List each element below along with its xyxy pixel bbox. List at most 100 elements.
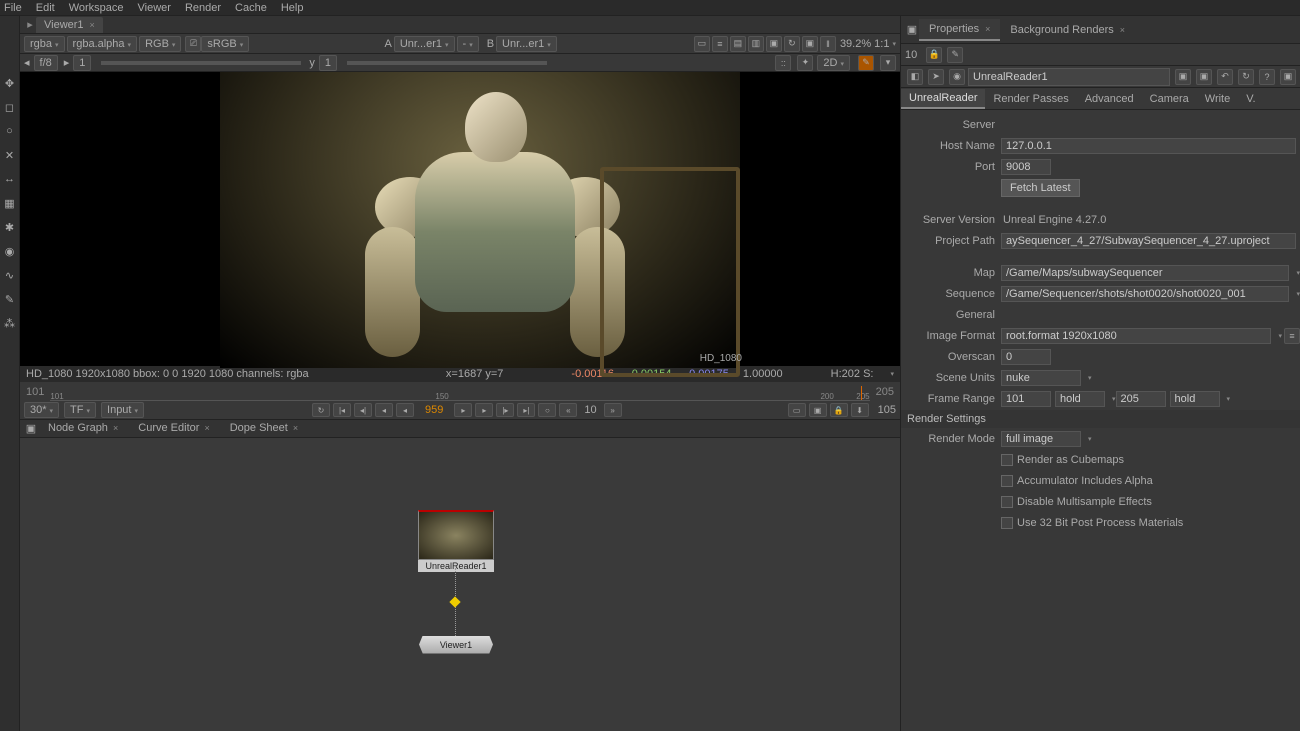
node-graph[interactable]: UnrealReader1 Viewer1 [20, 438, 900, 731]
dup-icon[interactable]: ▣ [1196, 69, 1212, 85]
tab-dope-sheet[interactable]: Dope Sheet × [220, 420, 308, 436]
sectab-render-passes[interactable]: Render Passes [985, 90, 1076, 108]
accum-alpha-checkbox[interactable] [1001, 475, 1013, 487]
fstop-dropdown[interactable]: f/8 [34, 55, 58, 71]
help-icon[interactable]: ▣ [1175, 69, 1191, 85]
menu-file[interactable]: File [4, 2, 22, 14]
sectab-advanced[interactable]: Advanced [1077, 90, 1142, 108]
fstop-arrow-icon[interactable]: ◂ [24, 56, 30, 69]
play-icon[interactable]: ▸ [454, 403, 472, 417]
node-unrealreader[interactable]: UnrealReader1 [418, 510, 494, 572]
wipe-icon[interactable]: ≡ [712, 36, 728, 52]
frame-range-end[interactable]: 205 [1116, 391, 1166, 407]
close-icon[interactable]: × [293, 423, 298, 433]
flipbook-icon[interactable]: ▭ [788, 403, 806, 417]
format-edit-icon[interactable]: ≡ [1284, 328, 1300, 344]
prev-key-icon[interactable]: ◂| [354, 403, 372, 417]
palette-icon[interactable]: ◧ [907, 69, 923, 85]
proxy-icon[interactable]: ▥ [748, 36, 764, 52]
jfwd-icon[interactable]: » [604, 403, 622, 417]
gamma-arrow-icon[interactable]: ▸ [64, 56, 70, 69]
trash-icon[interactable]: ✎ [947, 47, 963, 63]
pencil-icon[interactable]: ✎ [858, 55, 874, 71]
chevron-down-icon[interactable]: ▾ [880, 55, 896, 71]
gain-slider[interactable] [101, 61, 301, 65]
tab-properties[interactable]: Properties× [919, 19, 1000, 41]
expand-icon[interactable]: ▣ [1280, 69, 1296, 85]
input-a-channel[interactable]: -▾ [457, 36, 479, 52]
curve-tool-icon[interactable]: ∿ [3, 268, 17, 282]
brush-tool-icon[interactable]: ✎ [3, 292, 17, 306]
panel-pin-icon[interactable]: ▣ [905, 23, 919, 36]
frame-range-end-mode[interactable]: hold [1170, 391, 1220, 407]
port-input[interactable]: 9008 [1001, 159, 1051, 175]
input-dropdown[interactable]: Input▾ [101, 402, 144, 418]
pause-icon[interactable]: ‖ [820, 36, 836, 52]
map-dropdown[interactable]: /Game/Maps/subwaySequencer [1001, 265, 1289, 281]
menu-help[interactable]: Help [281, 2, 304, 14]
viewer-canvas[interactable]: HD_1080 [20, 72, 900, 366]
colorspace-dropdown[interactable]: sRGB▾ [201, 36, 249, 52]
gamma-y-value[interactable]: 1 [319, 55, 337, 71]
chevron-down-icon[interactable]: ▾ [1088, 435, 1092, 443]
32bit-checkbox[interactable] [1001, 517, 1013, 529]
render-mode-dropdown[interactable]: full image [1001, 431, 1081, 447]
paint-icon[interactable]: ⎚ [185, 36, 201, 52]
graph-pin-icon[interactable]: ▣ [24, 422, 38, 435]
lock-icon[interactable]: 🔒 [830, 403, 848, 417]
input-b-dropdown[interactable]: Unr...er1▾ [496, 36, 557, 52]
tab-curve-editor[interactable]: Curve Editor × [128, 420, 219, 436]
fetch-latest-button[interactable]: Fetch Latest [1001, 179, 1080, 197]
chevron-down-icon[interactable]: ▾ [1278, 332, 1282, 340]
scene-units-dropdown[interactable]: nuke [1001, 370, 1081, 386]
crosshair-tool-icon[interactable]: ✕ [3, 148, 17, 162]
cube-tool-icon[interactable]: ▦ [3, 196, 17, 210]
lock-icon[interactable]: 🔒 [926, 47, 942, 63]
star-tool-icon[interactable]: ✱ [3, 220, 17, 234]
sectab-camera[interactable]: Camera [1142, 90, 1197, 108]
more-icon[interactable]: ? [1259, 69, 1275, 85]
clip-icon[interactable]: ▭ [694, 36, 710, 52]
view-mode[interactable]: 2D▾ [817, 55, 850, 71]
chevron-down-icon[interactable]: ▾ [1088, 374, 1092, 382]
tab-node-graph[interactable]: Node Graph × [38, 420, 128, 436]
sectab-write[interactable]: Write [1197, 90, 1238, 108]
select-tool-icon[interactable]: ◻ [3, 100, 17, 114]
pointer-tool-icon[interactable]: ✥ [3, 76, 17, 90]
sequence-dropdown[interactable]: /Game/Sequencer/shots/shot0020/shot0020_… [1001, 286, 1289, 302]
step-back-icon[interactable]: ◂ [375, 403, 393, 417]
pin-icon[interactable]: ▸ [24, 18, 36, 31]
timeline-track[interactable]: 101 150 200 205 [50, 383, 869, 401]
overscan-input[interactable]: 0 [1001, 349, 1051, 365]
zoom-display[interactable]: 39.2% 1:1 [840, 38, 890, 50]
arrow-icon[interactable]: ➤ [928, 69, 944, 85]
sectab-unrealreader[interactable]: UnrealReader [901, 89, 985, 109]
close-icon[interactable]: × [90, 20, 95, 30]
alpha-dropdown[interactable]: rgba.alpha▾ [67, 36, 138, 52]
roi-icon[interactable]: ▤ [730, 36, 746, 52]
last-frame-icon[interactable]: ▸| [517, 403, 535, 417]
gamma-value[interactable]: 1 [73, 55, 91, 71]
play-back-icon[interactable]: ◂ [396, 403, 414, 417]
hostname-input[interactable]: 127.0.0.1 [1001, 138, 1296, 154]
close-icon[interactable]: × [1120, 25, 1125, 35]
current-frame[interactable]: 959 [417, 404, 451, 416]
playhead[interactable] [861, 386, 862, 400]
first-frame-icon[interactable]: |◂ [333, 403, 351, 417]
zoom-menu-icon[interactable]: ▾ [892, 40, 896, 48]
frame-range-start-mode[interactable]: hold [1055, 391, 1105, 407]
project-path-input[interactable]: aySequencer_4_27/SubwaySequencer_4_27.up… [1001, 233, 1296, 249]
close-icon[interactable]: × [204, 423, 209, 433]
circle-tool-icon[interactable]: ○ [3, 124, 17, 138]
disc-tool-icon[interactable]: ◉ [3, 244, 17, 258]
stop-icon[interactable]: ○ [538, 403, 556, 417]
grid-icon[interactable]: :: [775, 55, 791, 71]
menu-cache[interactable]: Cache [235, 2, 267, 14]
tab-viewer1[interactable]: Viewer1 × [36, 17, 103, 33]
jback-icon[interactable]: « [559, 403, 577, 417]
close-icon[interactable]: × [113, 423, 118, 433]
node-name-input[interactable] [968, 68, 1170, 86]
layer-dropdown[interactable]: rgba▾ [24, 36, 65, 52]
chevron-down-icon[interactable]: ▾ [1296, 269, 1300, 277]
close-icon[interactable]: × [985, 24, 990, 34]
